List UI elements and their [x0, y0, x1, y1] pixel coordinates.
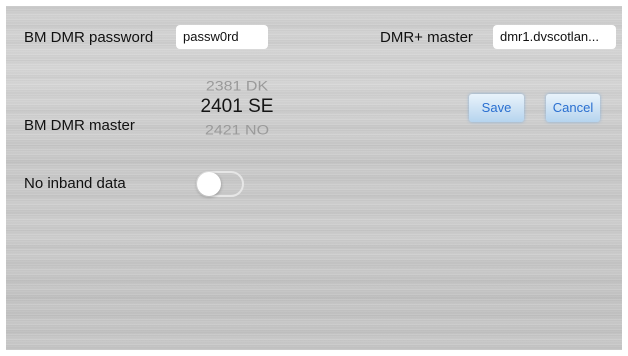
bm-dmr-master-picker[interactable]: 2381 DK 2401 SE 2421 NO: [182, 78, 292, 142]
picker-option-selected[interactable]: 2401 SE: [182, 96, 292, 118]
picker-option-below[interactable]: 2421 NO: [182, 123, 292, 138]
settings-screen: BM DMR password passw0rd DMR+ master dmr…: [6, 6, 622, 350]
cancel-button[interactable]: Cancel: [546, 94, 600, 122]
toggle-knob[interactable]: [197, 172, 221, 196]
dmr-plus-master-field[interactable]: dmr1.dvscotlan...: [493, 25, 616, 49]
no-inband-data-toggle[interactable]: [196, 171, 244, 197]
bm-dmr-password-field[interactable]: passw0rd: [176, 25, 268, 49]
bm-dmr-password-label: BM DMR password: [24, 29, 154, 46]
bm-dmr-master-label: BM DMR master: [24, 117, 135, 134]
picker-option-above[interactable]: 2381 DK: [182, 79, 292, 94]
save-button[interactable]: Save: [469, 94, 524, 122]
dmr-plus-master-label: DMR+ master: [380, 29, 473, 46]
no-inband-data-label: No inband data: [24, 175, 126, 192]
